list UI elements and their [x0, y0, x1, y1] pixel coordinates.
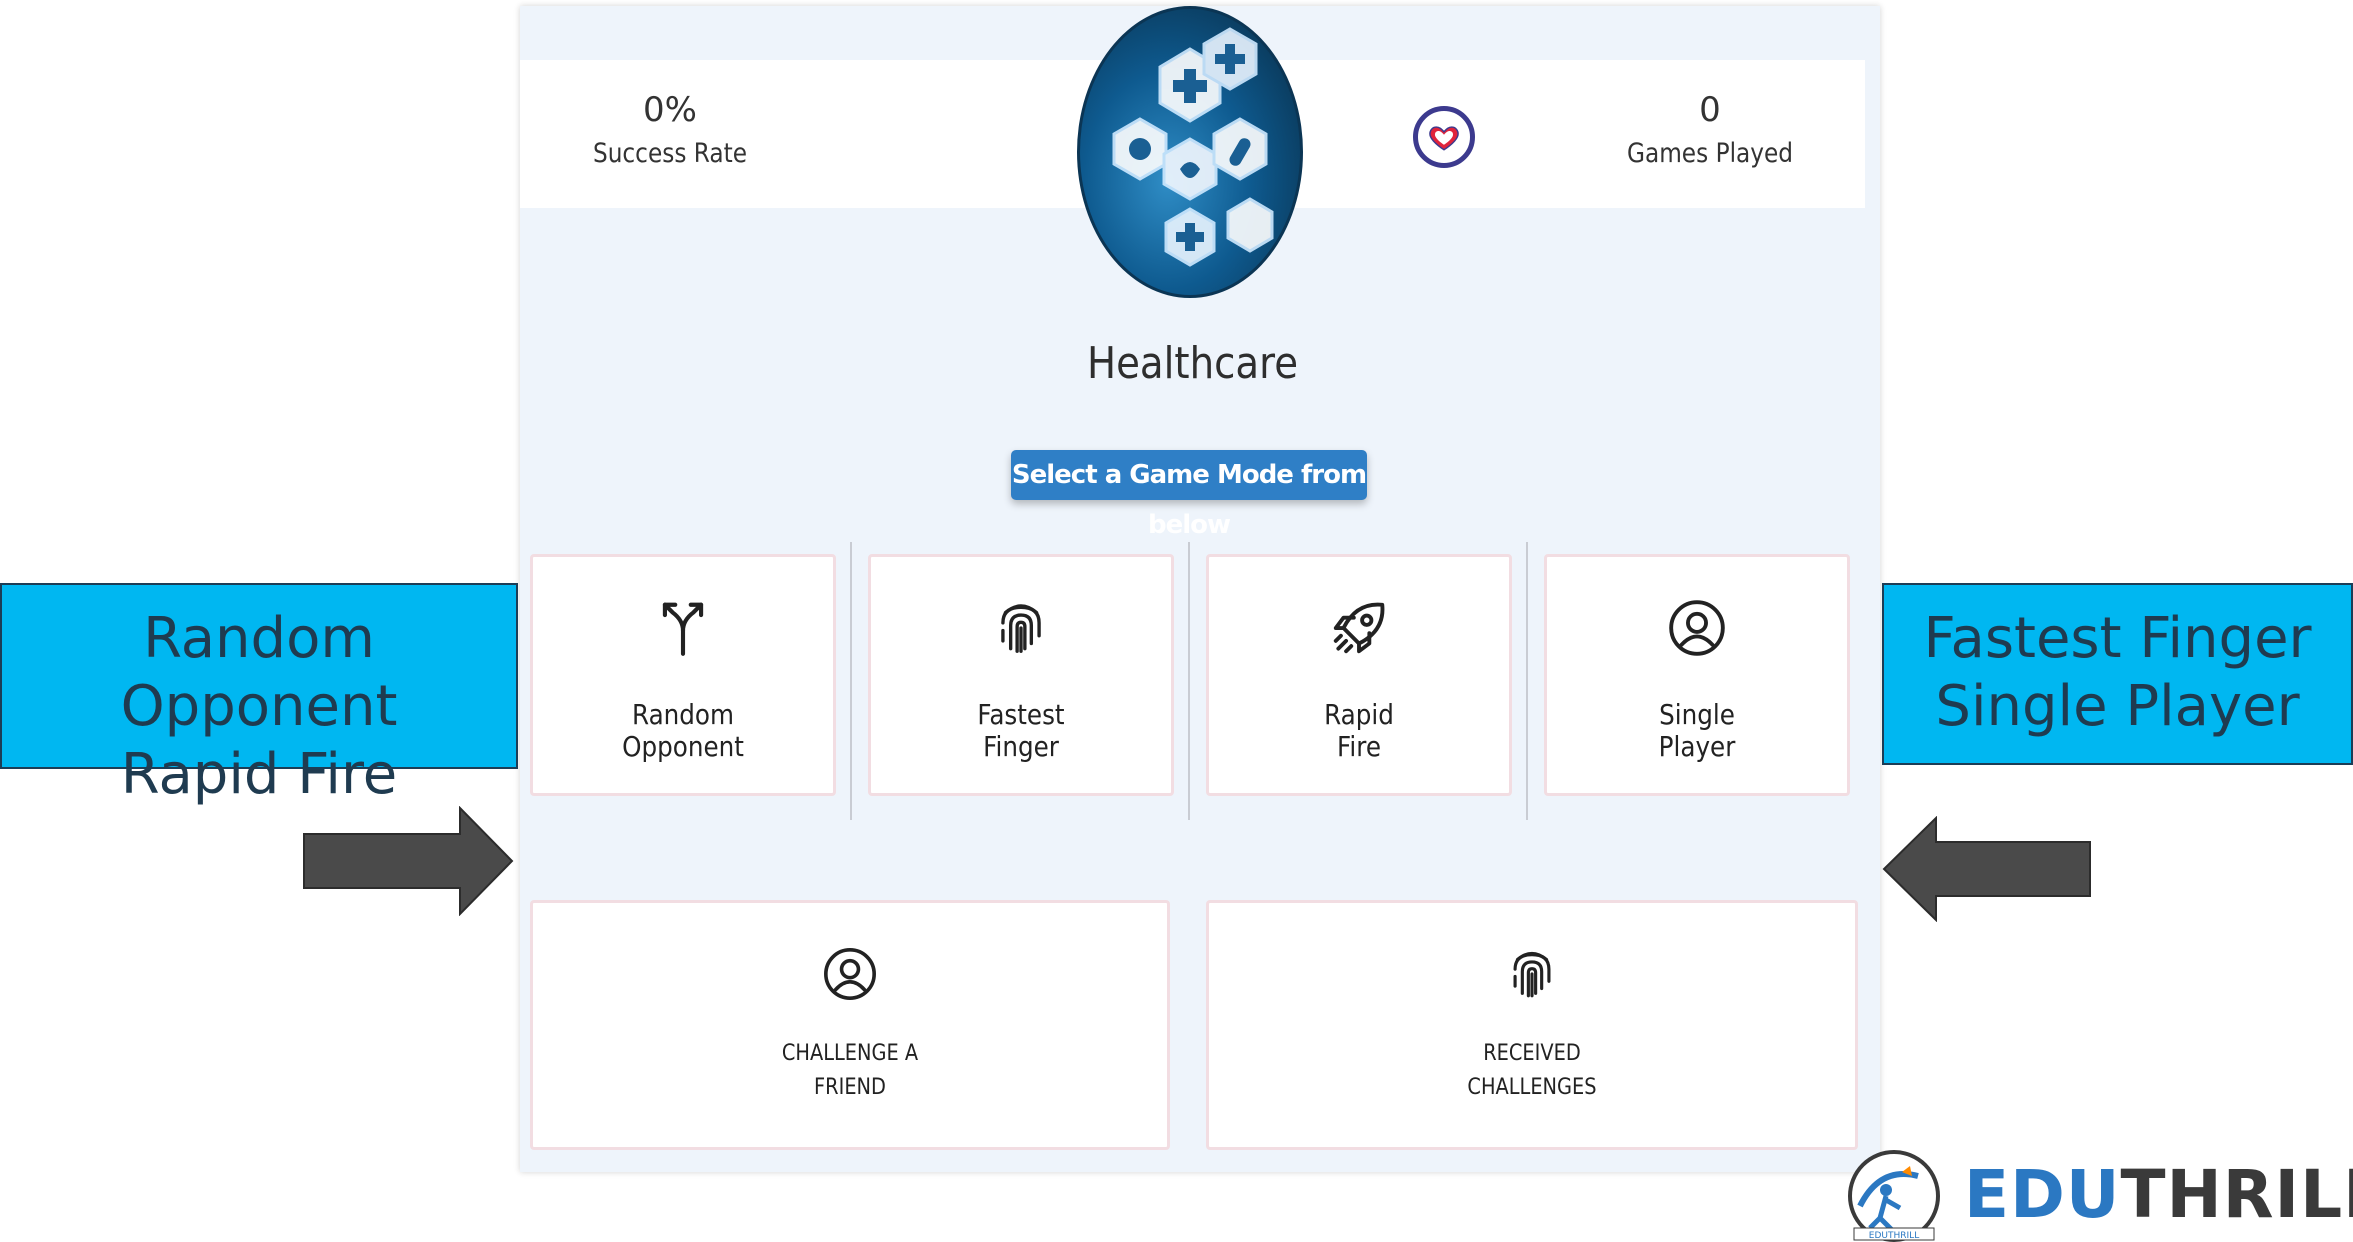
mode-label-line1: Random [631, 698, 735, 731]
select-mode-banner: Select a Game Mode from below [1011, 450, 1367, 540]
single-player-card[interactable]: Single Player [1544, 554, 1850, 796]
user-circle-icon [824, 948, 876, 1000]
challenge-label: RECEIVED CHALLENGES [1248, 1037, 1816, 1105]
challenge-label-line2: FRIEND [814, 1075, 886, 1100]
left-callout-line2: Rapid Fire [120, 742, 398, 807]
logo-text-thrill: THRILL [2120, 1156, 2353, 1233]
mode-label: Rapid Fire [1227, 699, 1491, 763]
games-played-stat: 0 Games Played [1560, 88, 1860, 176]
mode-label-line2: Player [1658, 730, 1736, 763]
challenge-label: CHALLENGE A FRIEND [571, 1037, 1129, 1105]
heart-icon [1429, 126, 1459, 151]
mode-label: Fastest Finger [889, 699, 1153, 763]
right-callout-line2: Single Player [1935, 674, 2300, 739]
eduthrill-logo: EDUTHRILL EDUTHRILL [1840, 1146, 2353, 1242]
divider [850, 542, 852, 820]
favorite-button[interactable] [1413, 106, 1475, 168]
success-rate-stat: 0% Success Rate [520, 88, 820, 176]
challenge-label-line1: RECEIVED [1483, 1041, 1581, 1066]
games-played-label: Games Played [1626, 138, 1794, 169]
logo-badge-text: EDUTHRILL [1869, 1231, 1919, 1241]
success-rate-value: 0% [643, 90, 697, 130]
right-arrow-icon [303, 806, 514, 916]
right-callout-line1: Fastest Finger [1923, 606, 2312, 671]
category-image [1077, 6, 1303, 298]
user-circle-icon [1669, 600, 1725, 656]
divider [1188, 542, 1190, 820]
challenge-label-line2: CHALLENGES [1467, 1075, 1597, 1100]
medical-hexagon-icon [1112, 27, 1274, 267]
right-callout: Fastest Finger Single Player [1882, 583, 2353, 765]
left-callout: Random Opponent Rapid Fire [0, 583, 518, 807]
received-challenges-card[interactable]: RECEIVED CHALLENGES [1206, 900, 1858, 1150]
rapid-fire-card[interactable]: Rapid Fire [1206, 554, 1512, 796]
fastest-finger-card[interactable]: Fastest Finger [868, 554, 1174, 796]
games-played-value: 0 [1699, 90, 1721, 130]
mode-label-line2: Opponent [622, 730, 744, 763]
game-panel: 0% Success Rate 0 Games Played Healthcar… [520, 6, 1880, 1172]
fingerprint-icon [1001, 604, 1041, 653]
mode-label-line1: Rapid [1324, 698, 1394, 731]
eduthrill-emblem-icon: EDUTHRILL [1848, 1150, 1940, 1242]
mode-label-line1: Fastest [977, 698, 1065, 731]
success-rate-label: Success Rate [592, 138, 748, 169]
split-arrow-icon [662, 602, 704, 656]
category-title: Healthcare [1086, 338, 1299, 389]
fingerprint-icon [1513, 951, 1551, 998]
logo-text: EDUTHRILL [1964, 1156, 2353, 1233]
challenge-friend-card[interactable]: CHALLENGE A FRIEND [530, 900, 1170, 1150]
left-arrow-icon [1882, 816, 2091, 922]
random-opponent-card[interactable]: Random Opponent [530, 554, 836, 796]
mode-label-line1: Single [1659, 698, 1735, 731]
mode-label: Random Opponent [551, 699, 815, 763]
mode-label: Single Player [1565, 699, 1829, 763]
logo-text-edu: EDU [1964, 1156, 2121, 1233]
challenge-label-line1: CHALLENGE A [781, 1041, 919, 1066]
divider [1526, 542, 1528, 820]
mode-label-line2: Fire [1337, 730, 1381, 763]
left-callout-line1: Random Opponent [120, 606, 398, 739]
rocket-icon [1333, 602, 1385, 654]
mode-label-line2: Finger [983, 730, 1059, 763]
